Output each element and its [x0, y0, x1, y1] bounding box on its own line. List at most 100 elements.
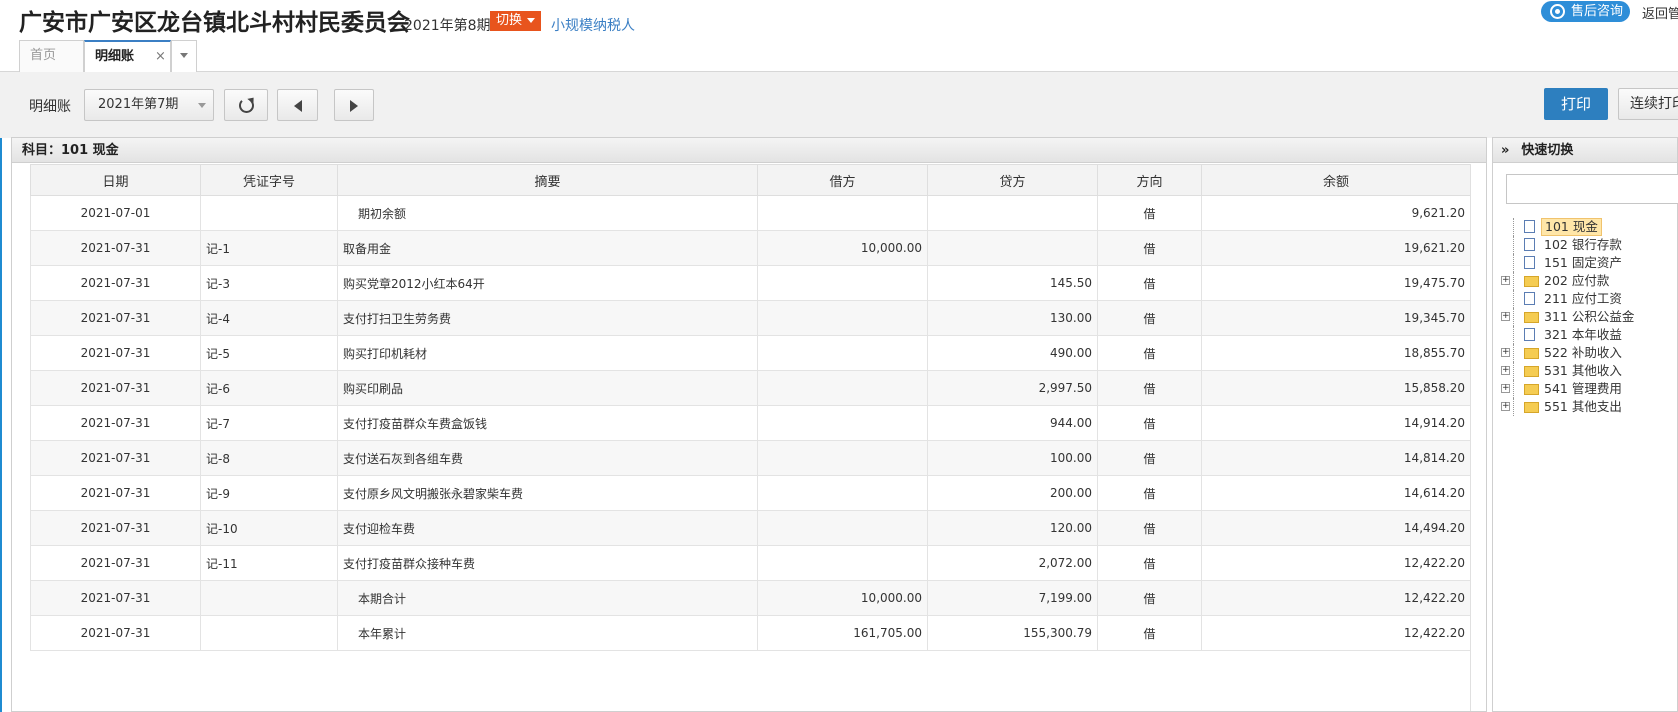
folder-icon: [1524, 348, 1539, 359]
close-icon[interactable]: ×: [155, 42, 166, 72]
cell-balance: 12,422.20: [1201, 545, 1471, 581]
cell-summary: 购买印刷品: [337, 370, 758, 406]
cell-balance: 18,855.70: [1201, 335, 1471, 371]
col-header-summary[interactable]: 摘要: [337, 164, 758, 196]
table-row[interactable]: 2021-07-31 记-6 购买印刷品 2,997.50 借 15,858.20: [30, 370, 1471, 406]
table-row[interactable]: 2021-07-31 记-4 支付打扫卫生劳务费 130.00 借 19,345.70: [30, 300, 1471, 336]
tree-node[interactable]: +202 应付款: [1501, 272, 1678, 290]
table-row[interactable]: 2021-07-31 记-1 取备用金 10,000.00 借 19,621.20: [30, 230, 1471, 266]
arrow-left-icon: [293, 99, 302, 112]
cell-direction: 借: [1097, 230, 1202, 266]
app-window: 广安市广安区龙台镇北斗村村民委员会 2021年第8期 切换 小规模纳税人 售后咨…: [0, 0, 1678, 712]
tree-node[interactable]: +531 其他收入: [1501, 362, 1678, 380]
table-row[interactable]: 2021-07-01 期初余额 借 9,621.20: [30, 195, 1471, 231]
tree-node[interactable]: 321 本年收益: [1501, 326, 1678, 344]
cell-credit: [927, 230, 1098, 266]
eye-icon: [1550, 4, 1565, 19]
expand-icon[interactable]: +: [1501, 276, 1510, 285]
cell-date: 2021-07-31: [30, 300, 201, 336]
cell-credit: 490.00: [927, 335, 1098, 371]
cell-credit: 120.00: [927, 510, 1098, 546]
cell-credit: 130.00: [927, 300, 1098, 336]
cell-summary: 购买党章2012小红本64开: [337, 265, 758, 301]
tab-home[interactable]: 首页: [19, 40, 84, 72]
expand-icon[interactable]: +: [1501, 384, 1510, 393]
table-row[interactable]: 2021-07-31 记-11 支付打疫苗群众接种车费 2,072.00 借 12,422…: [30, 545, 1471, 581]
cell-date: 2021-07-31: [30, 615, 201, 651]
table-row[interactable]: 2021-07-31 记-8 支付送石灰到各组车费 100.00 借 14,814.20: [30, 440, 1471, 476]
cell-credit: 2,997.50: [927, 370, 1098, 406]
cell-balance: 12,422.20: [1201, 580, 1471, 616]
cell-debit: [757, 265, 928, 301]
tree-connector: [1513, 380, 1514, 398]
col-header-date[interactable]: 日期: [30, 164, 201, 196]
tab-ledger[interactable]: 明细账 ×: [84, 40, 171, 73]
tab-more-button[interactable]: [171, 40, 197, 72]
refresh-button[interactable]: [224, 89, 268, 121]
table-row[interactable]: 2021-07-31 本期合计 10,000.00 7,199.00 借 12,422.2…: [30, 580, 1471, 616]
quick-switch-header: » 快速切换: [1493, 138, 1677, 163]
cell-credit: 2,072.00: [927, 545, 1098, 581]
col-header-debit[interactable]: 借方: [757, 164, 928, 196]
table-row[interactable]: 2021-07-31 记-7 支付打疫苗群众车费盒饭钱 944.00 借 14,914.2…: [30, 405, 1471, 441]
tree-node-label: 151 固定资产: [1544, 255, 1622, 270]
cell-voucher: 记-8: [200, 440, 338, 476]
table-header-row: 日期 凭证字号 摘要 借方 贷方 方向 余额: [30, 164, 1471, 196]
cell-voucher: 记-9: [200, 475, 338, 511]
expand-icon[interactable]: +: [1501, 402, 1510, 411]
account-search-input[interactable]: [1506, 174, 1678, 204]
cell-date: 2021-07-31: [30, 230, 201, 266]
cell-voucher: [200, 615, 338, 651]
tree-node[interactable]: 211 应付工资: [1501, 290, 1678, 308]
tree-node-label: 101 现金: [1541, 218, 1602, 236]
file-icon: [1524, 220, 1535, 233]
expand-icon[interactable]: +: [1501, 366, 1510, 375]
print-button[interactable]: 打印: [1544, 88, 1608, 120]
table-row[interactable]: 2021-07-31 记-3 购买党章2012小红本64开 145.50 借 19,475…: [30, 265, 1471, 301]
switch-period-button[interactable]: 切换: [490, 11, 542, 31]
expand-icon[interactable]: +: [1501, 312, 1510, 321]
tree-node[interactable]: +311 公积公益金: [1501, 308, 1678, 326]
cell-direction: 借: [1097, 615, 1202, 651]
col-header-direction[interactable]: 方向: [1097, 164, 1202, 196]
tree-node[interactable]: +551 其他支出: [1501, 398, 1678, 416]
cell-direction: 借: [1097, 300, 1202, 336]
cell-debit: [757, 300, 928, 336]
table-row[interactable]: 2021-07-31 记-10 支付迎检车费 120.00 借 14,494.20: [30, 510, 1471, 546]
table-row[interactable]: 2021-07-31 记-9 支付原乡风文明搬张永碧家柴车费 200.00 借 14,61…: [30, 475, 1471, 511]
tree-node[interactable]: +541 管理费用: [1501, 380, 1678, 398]
col-header-voucher[interactable]: 凭证字号: [200, 164, 338, 196]
cell-balance: 12,422.20: [1201, 615, 1471, 651]
cell-direction: 借: [1097, 370, 1202, 406]
tree-node[interactable]: 151 固定资产: [1501, 254, 1678, 272]
table-row[interactable]: 2021-07-31 本年累计 161,705.00 155,300.79 借 12,42…: [30, 615, 1471, 651]
cell-balance: 9,621.20: [1201, 195, 1471, 231]
taxpayer-link[interactable]: 小规模纳税人: [551, 15, 635, 35]
tree-node[interactable]: 102 银行存款: [1501, 236, 1678, 254]
cell-debit: [757, 545, 928, 581]
cell-date: 2021-07-31: [30, 265, 201, 301]
cell-date: 2021-07-31: [30, 335, 201, 371]
cell-voucher: 记-1: [200, 230, 338, 266]
period-select[interactable]: 2021年第7期: [84, 89, 214, 121]
cell-debit: [757, 510, 928, 546]
cell-date: 2021-07-01: [30, 195, 201, 231]
back-link[interactable]: 返回管: [1642, 3, 1678, 22]
collapse-chevron-icon[interactable]: »: [1501, 143, 1509, 158]
tree-node[interactable]: +522 补助收入: [1501, 344, 1678, 362]
cell-date: 2021-07-31: [30, 370, 201, 406]
vertical-scrollbar-track[interactable]: [1470, 164, 1486, 711]
next-period-button[interactable]: [334, 89, 374, 121]
table-row[interactable]: 2021-07-31 记-5 购买打印机耗材 490.00 借 18,855.70: [30, 335, 1471, 371]
col-header-credit[interactable]: 贷方: [927, 164, 1098, 196]
tree-node[interactable]: 101 现金: [1501, 218, 1678, 236]
consult-button[interactable]: 售后咨询: [1541, 1, 1630, 22]
col-header-balance[interactable]: 余额: [1201, 164, 1471, 196]
cell-summary: 支付迎检车费: [337, 510, 758, 546]
continuous-print-button[interactable]: 连续打印: [1618, 88, 1678, 120]
tab-home-label: 首页: [30, 48, 57, 63]
expand-icon[interactable]: +: [1501, 348, 1510, 357]
cell-summary: 本期合计: [337, 580, 758, 616]
prev-period-button[interactable]: [277, 89, 318, 121]
ledger-panel: 科目：101 现金 日期 凭证字号 摘要 借方 贷方 方向 余额 2021-07…: [11, 137, 1487, 712]
